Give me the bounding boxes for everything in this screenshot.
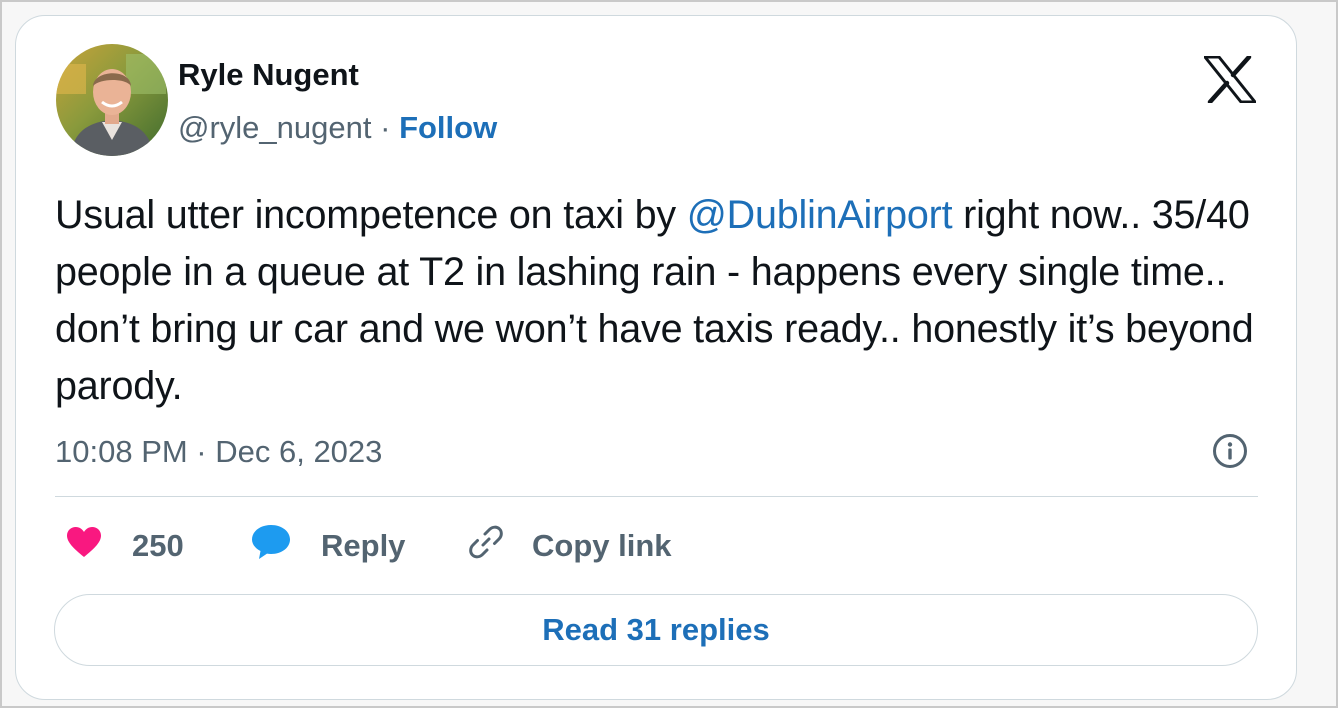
author-name[interactable]: Ryle Nugent (178, 57, 359, 93)
divider (55, 496, 1258, 497)
follow-button[interactable]: Follow (399, 110, 497, 145)
like-button[interactable]: 250 (66, 524, 184, 568)
avatar[interactable] (56, 44, 168, 156)
link-icon (468, 524, 504, 568)
reply-button[interactable]: Reply (251, 524, 405, 568)
heart-icon (66, 526, 102, 566)
read-replies-button[interactable]: Read 31 replies (54, 594, 1258, 666)
copy-link-label: Copy link (532, 528, 672, 563)
author-handle[interactable]: @ryle_nugent (178, 110, 371, 145)
tweet-timestamp[interactable]: 10:08 PM · Dec 6, 2023 (55, 434, 382, 470)
tweet-text-part1: Usual utter incompetence on taxi by (55, 193, 687, 237)
like-count: 250 (132, 528, 184, 563)
page-frame: Ryle Nugent @ryle_nugent · Follow Usual … (0, 0, 1338, 708)
info-icon[interactable] (1212, 433, 1248, 469)
mention-link[interactable]: @DublinAirport (687, 193, 953, 237)
copy-link-button[interactable]: Copy link (468, 524, 672, 568)
author-handle-row: @ryle_nugent · Follow (178, 110, 497, 146)
reply-label: Reply (321, 528, 406, 563)
separator-dot: · (380, 110, 391, 145)
speech-bubble-icon (251, 524, 291, 568)
tweet-card: Ryle Nugent @ryle_nugent · Follow Usual … (15, 15, 1297, 700)
x-logo-icon[interactable] (1203, 54, 1257, 105)
tweet-text: Usual utter incompetence on taxi by @Dub… (55, 187, 1270, 415)
